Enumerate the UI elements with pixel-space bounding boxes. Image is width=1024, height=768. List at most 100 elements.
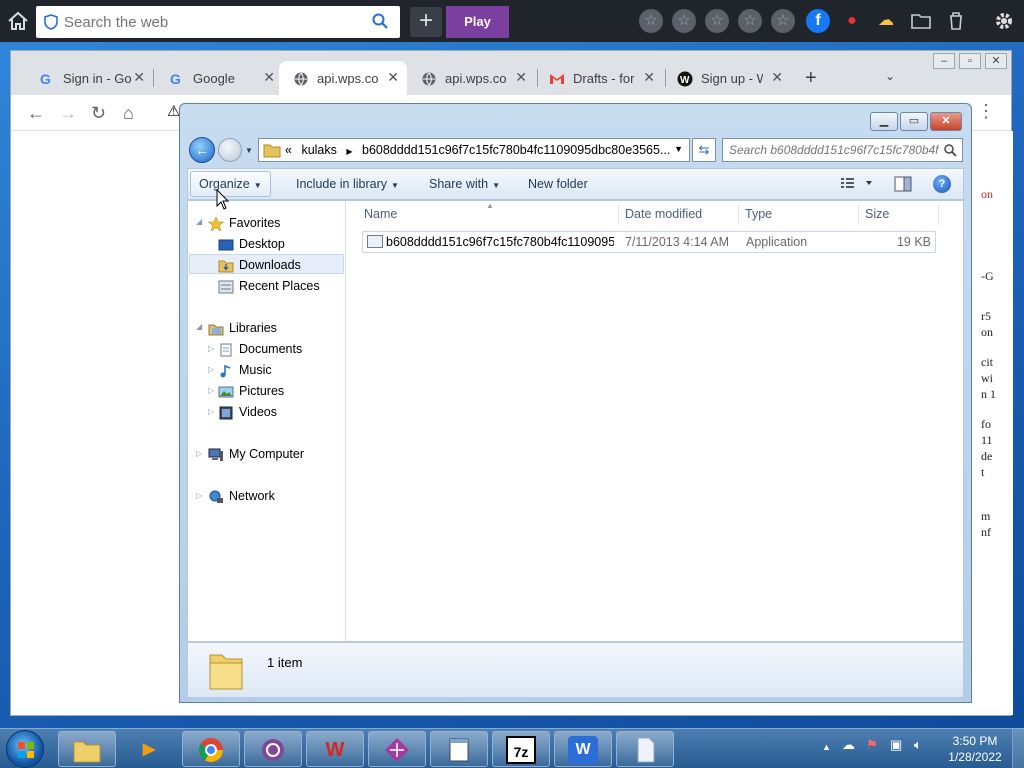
expand-arrow-icon[interactable]: ▷ bbox=[196, 491, 202, 500]
close-icon[interactable]: ✕ bbox=[771, 69, 783, 86]
taskbar-7zip[interactable]: 7z bbox=[492, 731, 550, 767]
star-icon[interactable]: ☆ bbox=[639, 9, 663, 33]
back-button[interactable]: ← bbox=[189, 137, 215, 163]
collapse-arrow-icon[interactable]: ◢ bbox=[196, 322, 202, 331]
tab-api-wps[interactable]: api.wps.com ✕ bbox=[407, 61, 535, 95]
nav-recent-places[interactable]: Recent Places bbox=[218, 276, 320, 296]
nav-pictures[interactable]: Pictures bbox=[218, 381, 284, 401]
forward-arrow-icon[interactable]: → bbox=[59, 103, 77, 124]
new-folder-button[interactable]: New folder bbox=[520, 169, 596, 199]
nav-documents[interactable]: Documents bbox=[218, 339, 302, 359]
refresh-icon[interactable]: ⇆ bbox=[692, 138, 716, 162]
search-icon[interactable] bbox=[944, 144, 957, 160]
taskbar-blank-document[interactable] bbox=[616, 731, 674, 767]
nav-desktop[interactable]: Desktop bbox=[218, 234, 285, 254]
facebook-icon[interactable]: f bbox=[806, 9, 830, 33]
expand-arrow-icon[interactable]: ▷ bbox=[208, 365, 214, 374]
home-icon[interactable]: ⌂ bbox=[123, 103, 134, 124]
network-tray-icon[interactable]: ▣ bbox=[890, 737, 902, 753]
nav-downloads[interactable]: Downloads bbox=[189, 254, 344, 274]
close-button[interactable]: ✕ bbox=[930, 112, 962, 131]
column-header-date-modified[interactable]: Date modified bbox=[625, 207, 702, 221]
close-icon[interactable]: ✕ bbox=[133, 69, 145, 86]
close-icon[interactable]: ✕ bbox=[643, 69, 655, 86]
kebab-menu-icon[interactable]: ⋮ bbox=[977, 101, 995, 122]
tab-google[interactable]: G Google ✕ bbox=[155, 61, 283, 95]
nav-network[interactable]: Network bbox=[208, 486, 275, 506]
taskbar-chrome[interactable] bbox=[182, 731, 240, 767]
trash-icon[interactable] bbox=[944, 9, 968, 33]
star-icon[interactable]: ☆ bbox=[771, 9, 795, 33]
start-button[interactable] bbox=[6, 730, 44, 768]
explorer-search-box[interactable] bbox=[722, 138, 963, 162]
back-arrow-icon[interactable]: ← bbox=[27, 103, 45, 124]
explorer-search-input[interactable] bbox=[729, 142, 939, 158]
include-in-library-button[interactable]: Include in library ▼ bbox=[288, 169, 407, 199]
minimize-button[interactable]: ▁ bbox=[870, 112, 898, 131]
close-icon[interactable]: ✕ bbox=[263, 69, 275, 86]
nav-my-computer[interactable]: My Computer bbox=[208, 444, 304, 464]
nav-videos[interactable]: Videos bbox=[218, 402, 277, 422]
add-button[interactable]: + bbox=[410, 7, 442, 37]
expand-arrow-icon[interactable]: ▷ bbox=[208, 386, 214, 395]
system-clock[interactable]: 3:50 PM 1/28/2022 bbox=[940, 733, 1010, 765]
show-hidden-icons[interactable]: ▲ bbox=[822, 742, 831, 752]
help-icon[interactable]: ? bbox=[933, 175, 951, 193]
tab-drafts[interactable]: Drafts - forr ✕ bbox=[535, 61, 663, 95]
breadcrumb-item[interactable]: b608dddd151c96f7c15fc780b4fc1109095dbc80… bbox=[362, 143, 670, 157]
recent-pages-dropdown[interactable]: ▼ bbox=[245, 146, 253, 155]
taskbar-app-launcher[interactable] bbox=[368, 731, 426, 767]
nav-music[interactable]: Music bbox=[218, 360, 272, 380]
maximize-button[interactable]: ▫ bbox=[959, 53, 981, 69]
reload-icon[interactable]: ↻ bbox=[91, 103, 106, 124]
chevron-down-icon[interactable]: ⌄ bbox=[885, 69, 895, 83]
nav-favorites[interactable]: Favorites bbox=[207, 213, 280, 233]
expand-arrow-icon[interactable]: ▷ bbox=[196, 449, 202, 458]
gear-icon[interactable] bbox=[992, 9, 1016, 33]
address-bar[interactable]: « kulaks ▶ b608dddd151c96f7c15fc780b4fc1… bbox=[258, 138, 690, 162]
taskbar-notepad-app[interactable] bbox=[430, 731, 488, 767]
taskbar-tor-browser[interactable] bbox=[244, 731, 302, 767]
close-icon[interactable]: ✕ bbox=[515, 69, 527, 86]
forward-button[interactable] bbox=[218, 138, 242, 162]
column-header-size[interactable]: Size bbox=[865, 207, 889, 221]
new-tab-button[interactable]: + bbox=[805, 67, 817, 90]
search-icon[interactable] bbox=[372, 13, 388, 32]
taskbar-wps-office[interactable]: W bbox=[306, 731, 364, 767]
tab-api-wps-active[interactable]: api.wps.com ✕ bbox=[279, 61, 407, 95]
home-icon[interactable] bbox=[6, 10, 30, 32]
volume-icon[interactable]: 🔈︎ bbox=[914, 737, 922, 753]
close-icon[interactable]: ✕ bbox=[387, 69, 399, 86]
minimize-button[interactable]: – bbox=[933, 53, 955, 69]
ladybug-icon[interactable]: ● bbox=[840, 9, 864, 33]
table-row[interactable]: b608dddd151c96f7c15fc780b4fc1109095d... … bbox=[362, 231, 936, 253]
preview-pane-icon[interactable] bbox=[894, 176, 912, 195]
flag-icon[interactable]: ⚑ bbox=[866, 737, 878, 753]
chevron-down-icon[interactable]: ▼ bbox=[674, 144, 683, 154]
cloud-icon[interactable]: ☁ bbox=[842, 737, 855, 753]
taskbar-wps-writer[interactable]: W bbox=[554, 731, 612, 767]
column-header-name[interactable]: Name bbox=[364, 207, 397, 221]
web-search-input[interactable] bbox=[64, 12, 364, 32]
play-button[interactable]: Play bbox=[446, 6, 509, 38]
star-icon[interactable]: ☆ bbox=[672, 9, 696, 33]
tab-sign-in[interactable]: G Sign in - Go ✕ bbox=[25, 61, 153, 95]
star-icon[interactable]: ☆ bbox=[705, 9, 729, 33]
tab-sign-up[interactable]: W Sign up - W ✕ bbox=[663, 61, 791, 95]
organize-button[interactable]: Organize ▼ bbox=[190, 171, 271, 197]
column-header-type[interactable]: Type bbox=[745, 207, 772, 221]
weather-icon[interactable]: ☁ bbox=[874, 9, 898, 33]
expand-arrow-icon[interactable]: ▷ bbox=[208, 407, 214, 416]
close-button[interactable]: ✕ bbox=[985, 53, 1007, 69]
chevron-right-icon[interactable]: ▶ bbox=[346, 147, 352, 156]
web-search-box[interactable] bbox=[36, 6, 400, 38]
maximize-button[interactable]: ▭ bbox=[900, 112, 928, 131]
taskbar-explorer[interactable] bbox=[58, 731, 116, 767]
taskbar-media-player[interactable]: ▶ bbox=[120, 731, 178, 767]
folder-icon[interactable] bbox=[909, 9, 933, 33]
breadcrumb-overflow[interactable]: « bbox=[285, 143, 292, 157]
nav-libraries[interactable]: Libraries bbox=[208, 318, 277, 338]
star-icon[interactable]: ☆ bbox=[738, 9, 762, 33]
expand-arrow-icon[interactable]: ▷ bbox=[208, 344, 214, 353]
share-with-button[interactable]: Share with ▼ bbox=[421, 169, 508, 199]
